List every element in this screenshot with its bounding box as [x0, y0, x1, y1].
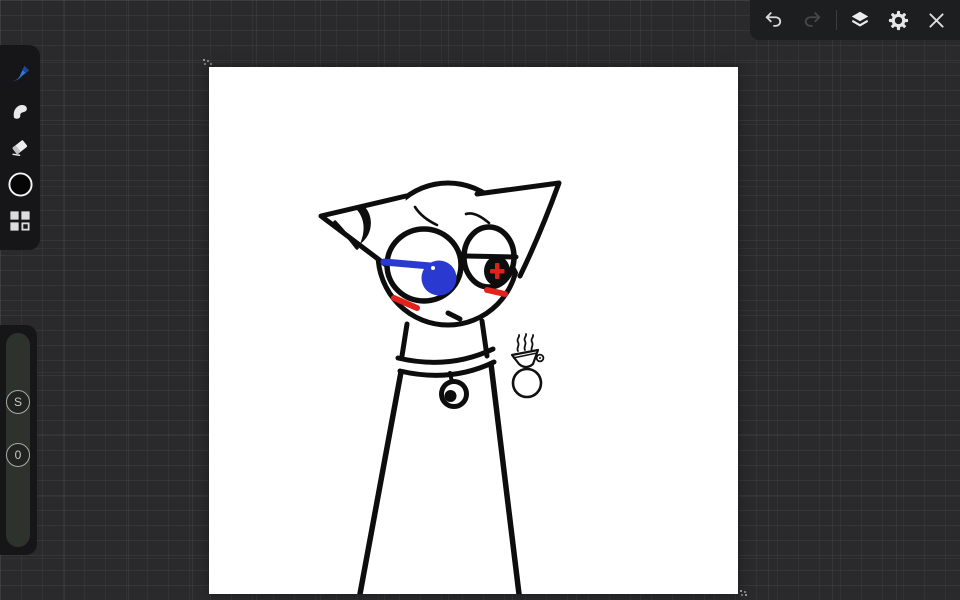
cat-body-left [357, 369, 404, 594]
cat-body-right [488, 361, 522, 594]
slider-track[interactable] [6, 333, 30, 547]
undo-button[interactable] [760, 6, 788, 34]
top-toolbar [750, 0, 960, 40]
color-circle-icon [7, 172, 33, 197]
paintbrush-icon [11, 65, 29, 82]
cat-right-eyelid [463, 253, 519, 260]
cat-collar-top [395, 346, 496, 365]
redo-icon [804, 12, 820, 27]
eraser-tool[interactable] [6, 133, 34, 161]
opacity-slider-handle[interactable]: 0 [6, 443, 30, 467]
layers-button[interactable] [846, 6, 874, 34]
gear-icon [888, 10, 908, 30]
cat-right-blush [484, 287, 508, 297]
size-slider-handle[interactable]: S [6, 390, 30, 414]
paint-brush-tool[interactable] [6, 60, 34, 88]
red-cross-horizontal [490, 269, 505, 274]
coffee-ball [511, 367, 543, 399]
toolbar-separator [835, 10, 837, 30]
canvas-corner-marker-bottomright [740, 590, 742, 592]
cat-neck-left [399, 321, 410, 359]
undo-icon [765, 12, 781, 27]
smudge-brush-icon [13, 104, 27, 119]
slider-rail: S 0 [0, 325, 37, 555]
swatch-grid-tool[interactable] [6, 207, 34, 235]
drawing-canvas[interactable] [209, 67, 738, 594]
app-window: { "topbar": { "items": [ { "id": "undo",… [0, 0, 960, 600]
close-button[interactable] [922, 6, 950, 34]
smudge-brush-tool[interactable] [6, 97, 34, 125]
swatch-grid-icon [10, 211, 30, 231]
tool-rail [0, 45, 40, 250]
redo-button[interactable] [798, 6, 826, 34]
steam-squiggles [516, 333, 535, 352]
coffee-cup [510, 348, 540, 369]
eraser-icon [12, 140, 28, 157]
current-color-swatch[interactable] [6, 170, 34, 198]
settings-button[interactable] [884, 6, 912, 34]
close-icon [928, 12, 944, 28]
cat-artwork [318, 180, 562, 594]
layers-icon [852, 11, 869, 27]
canvas-corner-marker-topleft [203, 59, 205, 61]
